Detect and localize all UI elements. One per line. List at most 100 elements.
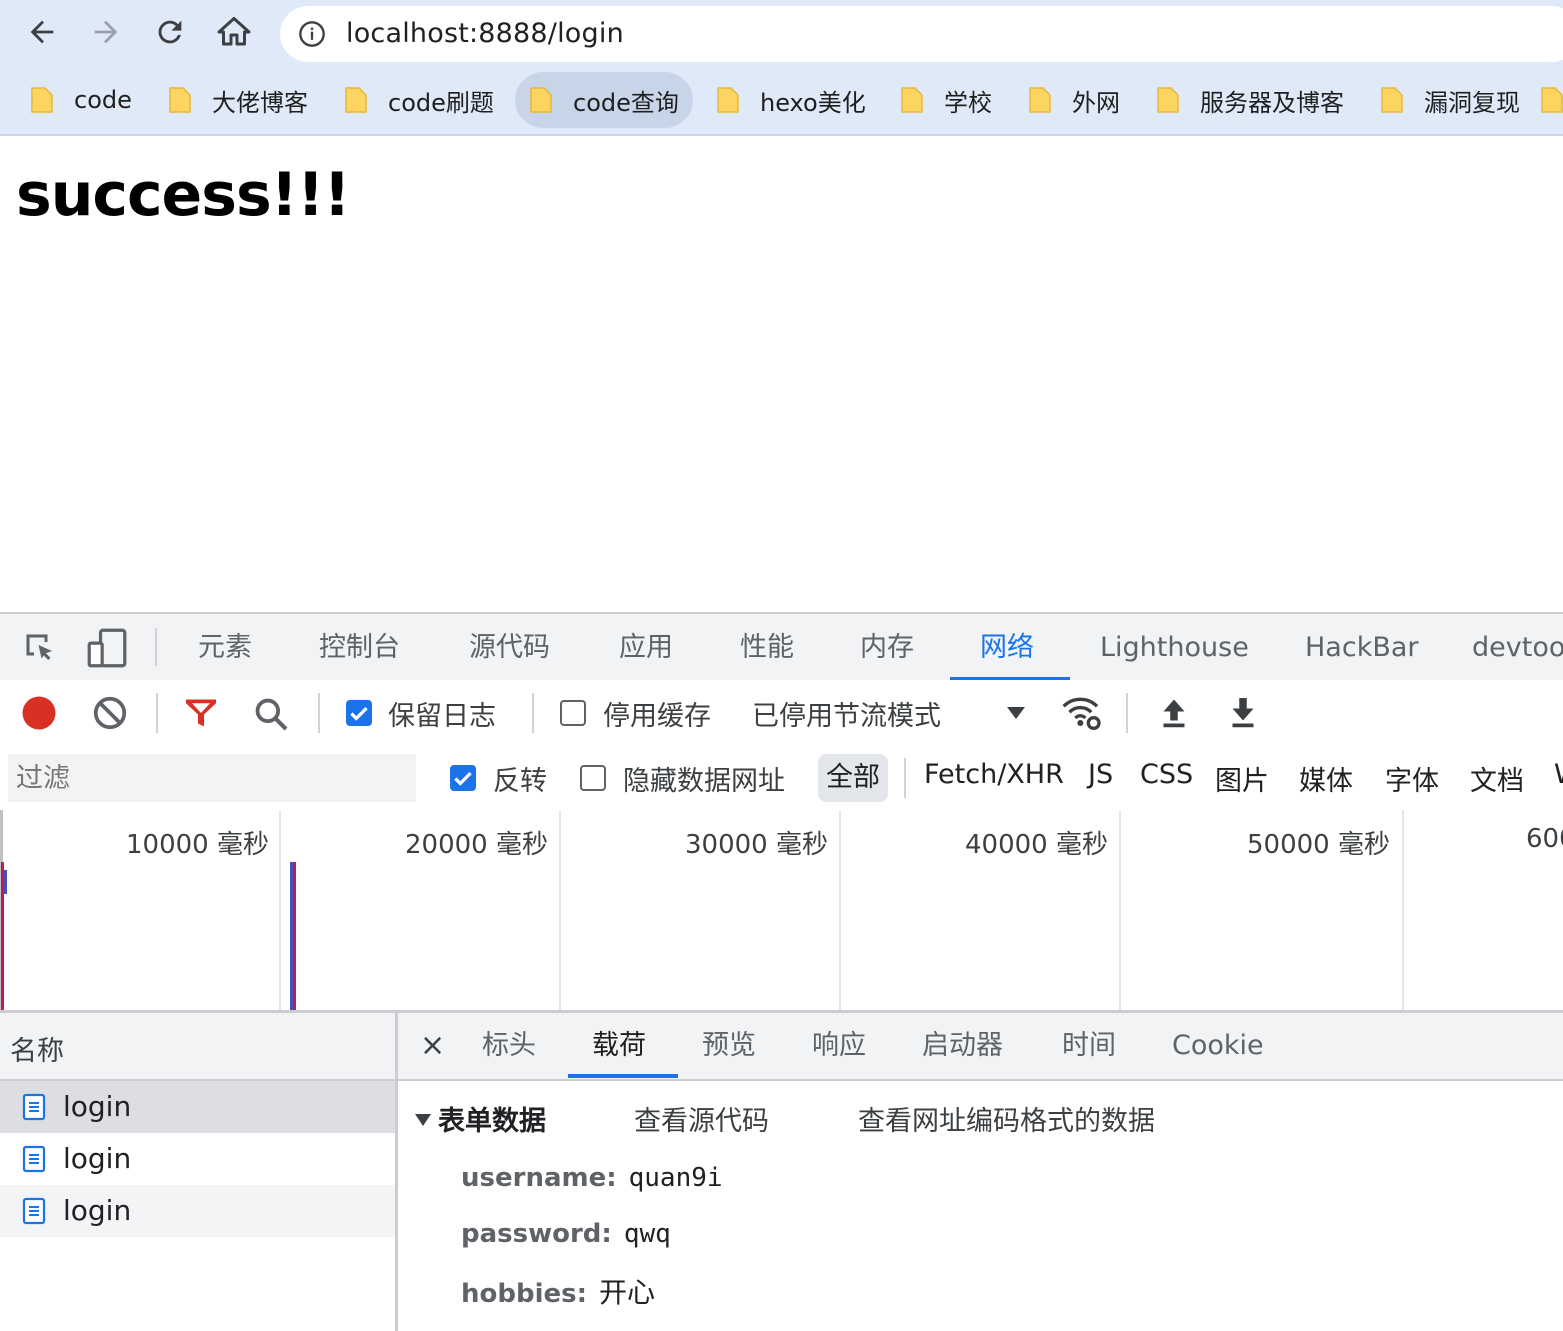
field-value: qwq (623, 1219, 671, 1249)
throttling-select[interactable]: 已停用节流模式 (752, 694, 941, 733)
type-filter-css[interactable]: CSS (1140, 759, 1193, 790)
type-filter-font[interactable]: 字体 (1385, 759, 1439, 798)
form-data-section-title[interactable]: 表单数据 (438, 1099, 546, 1138)
preserve-log-label[interactable]: 保留日志 (388, 694, 496, 733)
info-icon[interactable] (298, 20, 326, 48)
page-heading: success!!! (16, 160, 351, 230)
tab-performance[interactable]: 性能 (740, 614, 794, 682)
grid-line (279, 810, 281, 1010)
folder-icon (1541, 87, 1563, 113)
bookmark-folder-overflow[interactable] (1540, 72, 1563, 128)
bookmark-folder-servers[interactable]: 服务器及博客 (1142, 72, 1358, 128)
folder-icon (1157, 87, 1179, 113)
dropdown-arrow-icon[interactable] (1004, 704, 1028, 722)
bookmark-label: 服务器及博客 (1200, 88, 1344, 117)
bookmark-folder-hexo[interactable]: hexo美化 (702, 72, 880, 128)
tab-cookies[interactable]: Cookie (1172, 1013, 1264, 1079)
tab-headers[interactable]: 标头 (482, 1013, 536, 1079)
disable-cache-label[interactable]: 停用缓存 (603, 694, 711, 733)
check-icon (454, 771, 472, 786)
invert-label[interactable]: 反转 (493, 759, 547, 798)
import-har-icon[interactable] (1156, 694, 1192, 732)
field-key: username: (461, 1163, 617, 1193)
address-bar[interactable]: localhost:8888/login (280, 6, 1563, 62)
tab-payload[interactable]: 载荷 (592, 1013, 646, 1079)
home-button[interactable] (214, 12, 254, 52)
divider (155, 628, 157, 666)
type-filter-fetch-xhr[interactable]: Fetch/XHR (924, 759, 1064, 790)
browser-toolbar: localhost:8888/login (0, 0, 1563, 66)
names-header[interactable]: 名称 (0, 1013, 395, 1081)
table-row[interactable]: login (0, 1081, 395, 1133)
disable-cache-checkbox[interactable] (560, 700, 586, 726)
bookmark-label: 外网 (1072, 88, 1120, 117)
hide-data-urls-label[interactable]: 隐藏数据网址 (623, 759, 785, 798)
load-event-marker (293, 862, 296, 1010)
record-icon[interactable] (21, 695, 57, 731)
time-label: 600 (1526, 824, 1563, 854)
filter-icon[interactable] (182, 695, 220, 731)
form-field-password: password: qwq (461, 1219, 671, 1249)
detail-tab-bar: × 标头 载荷 预览 响应 启动器 时间 Cookie (398, 1013, 1563, 1081)
tab-elements[interactable]: 元素 (198, 614, 252, 682)
back-button[interactable] (22, 12, 62, 52)
tab-initiator[interactable]: 启动器 (922, 1013, 1003, 1079)
type-filter-img[interactable]: 图片 (1215, 759, 1269, 798)
network-overview[interactable]: 10000 毫秒 20000 毫秒 30000 毫秒 40000 毫秒 5000… (0, 810, 1563, 1013)
tab-response[interactable]: 响应 (812, 1013, 866, 1079)
reload-icon (158, 20, 182, 44)
request-name: login (63, 1142, 132, 1175)
tab-console[interactable]: 控制台 (319, 614, 400, 682)
device-toolbar-icon[interactable] (86, 628, 128, 668)
clear-icon[interactable] (92, 695, 128, 731)
hide-data-urls-checkbox[interactable] (580, 765, 606, 791)
tab-devtools-extension[interactable]: devtoo (1472, 614, 1563, 682)
bookmark-label: code查询 (573, 88, 679, 117)
search-icon[interactable] (252, 695, 290, 733)
view-source-link[interactable]: 查看源代码 (634, 1099, 769, 1138)
url-text[interactable]: localhost:8888/login (346, 18, 624, 49)
devtools-panel: 元素 控制台 源代码 应用 性能 内存 网络 Lighthouse HackBa… (0, 612, 1563, 1331)
grid-line (839, 810, 841, 1010)
type-filter-doc[interactable]: 文档 (1470, 759, 1524, 798)
type-filter-all[interactable]: 全部 (818, 754, 888, 802)
preserve-log-checkbox[interactable] (346, 700, 372, 726)
bookmark-folder-code-practice[interactable]: code刷题 (330, 72, 508, 128)
request-name: login (63, 1090, 132, 1123)
inspect-element-icon[interactable] (22, 630, 58, 666)
bookmark-folder-code-query[interactable]: code查询 (515, 72, 693, 128)
filter-input[interactable] (8, 754, 416, 802)
close-detail-button[interactable]: × (420, 1013, 445, 1079)
view-url-encoded-link[interactable]: 查看网址编码格式的数据 (858, 1099, 1155, 1138)
tab-application[interactable]: 应用 (619, 614, 673, 682)
bookmark-folder-external[interactable]: 外网 (1014, 72, 1134, 128)
tab-network[interactable]: 网络 (980, 614, 1034, 682)
table-row[interactable]: login (0, 1133, 395, 1185)
bookmark-folder-vulns[interactable]: 漏洞复现 (1366, 72, 1534, 128)
tab-timing[interactable]: 时间 (1062, 1013, 1116, 1079)
reload-button[interactable] (150, 12, 190, 52)
type-filter-media[interactable]: 媒体 (1299, 759, 1353, 798)
request-list: 名称 login login login (0, 1013, 398, 1331)
name-column-header[interactable]: 名称 (10, 1029, 64, 1068)
tab-preview[interactable]: 预览 (702, 1013, 756, 1079)
bookmark-folder-code[interactable]: code (16, 72, 146, 128)
divider (904, 758, 906, 798)
forward-button[interactable] (86, 12, 126, 52)
folder-icon (1381, 87, 1403, 113)
tab-memory[interactable]: 内存 (860, 614, 914, 682)
bookmark-folder-blogs[interactable]: 大佬博客 (154, 72, 322, 128)
invert-checkbox[interactable] (450, 765, 476, 791)
bookmark-folder-school[interactable]: 学校 (886, 72, 1006, 128)
network-conditions-icon[interactable] (1060, 693, 1104, 733)
folder-icon (717, 87, 739, 113)
type-filter-js[interactable]: JS (1088, 759, 1113, 790)
table-row[interactable]: login (0, 1185, 395, 1237)
export-har-icon[interactable] (1225, 694, 1261, 732)
field-key: hobbies: (461, 1279, 588, 1309)
tab-hackbar[interactable]: HackBar (1305, 614, 1419, 682)
tab-lighthouse[interactable]: Lighthouse (1100, 614, 1249, 682)
triangle-down-icon[interactable] (414, 1113, 432, 1127)
tab-sources[interactable]: 源代码 (469, 614, 550, 682)
type-filter-ws[interactable]: W (1554, 759, 1563, 790)
